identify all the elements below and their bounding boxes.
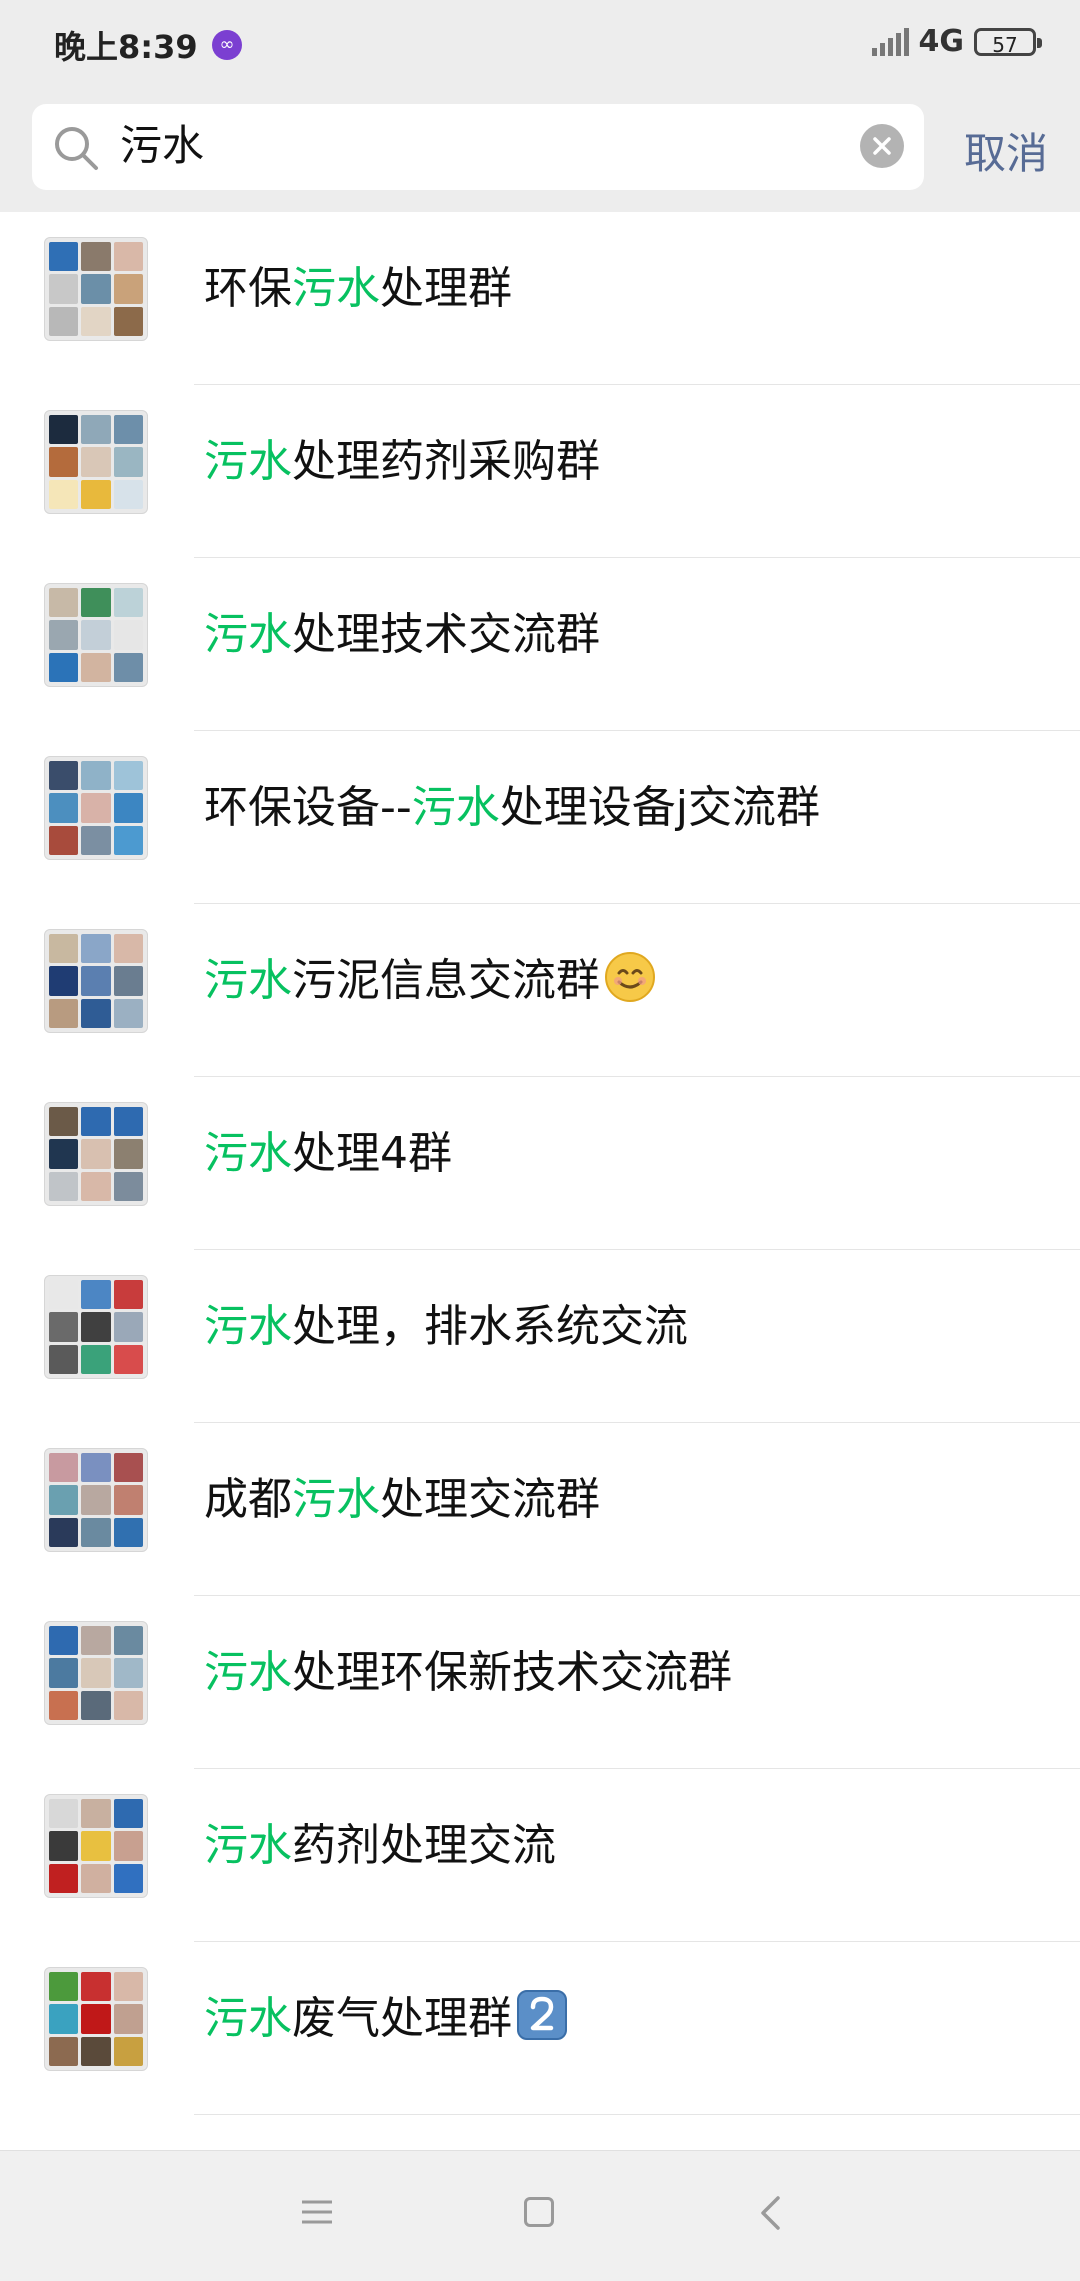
result-title: 环保污水处理群: [204, 259, 512, 319]
home-icon[interactable]: [524, 2197, 554, 2227]
title-suffix: 处理药剂采购群: [292, 436, 600, 487]
result-title: 环保设备--污水处理设备j交流群: [204, 778, 820, 838]
cancel-button[interactable]: 取消: [964, 120, 1048, 181]
result-title: 污水处理环保新技术交流群: [204, 1643, 732, 1703]
title-suffix: 废气处理群: [292, 1993, 512, 2044]
result-title: 污水处理技术交流群: [204, 605, 600, 665]
result-title: 污水处理药剂采购群: [204, 432, 600, 492]
title-suffix: 污泥信息交流群: [292, 955, 600, 1006]
result-row[interactable]: 成都污水处理交流群: [0, 1423, 1080, 1596]
infinity-icon: ∞: [212, 30, 242, 60]
title-suffix: 处理群: [380, 263, 512, 314]
navigation-bar: [0, 2150, 1080, 2281]
result-title: 污水药剂处理交流: [204, 1816, 556, 1876]
result-row[interactable]: 污水处理，排水系统交流: [0, 1250, 1080, 1423]
match-highlight: 污水: [204, 1993, 292, 2044]
menu-icon[interactable]: [300, 2198, 334, 2226]
group-avatar: [44, 1275, 148, 1379]
match-highlight: 污水: [292, 263, 380, 314]
group-avatar: [44, 1967, 148, 2071]
status-bar: 晚上8:39 ∞ 4G 57: [0, 0, 1080, 90]
keycap-2-emoji: [517, 1990, 567, 2040]
match-highlight: 污水: [204, 1301, 292, 1352]
group-avatar: [44, 237, 148, 341]
group-avatar: [44, 410, 148, 514]
group-avatar: [44, 1794, 148, 1898]
search-box[interactable]: 污水: [32, 104, 924, 190]
title-prefix: 成都: [204, 1474, 292, 1525]
group-avatar: [44, 1621, 148, 1725]
result-title: 污水处理4群: [204, 1124, 452, 1184]
group-avatar: [44, 583, 148, 687]
clear-icon[interactable]: [860, 124, 904, 168]
result-title: 污水废气处理群: [204, 1989, 568, 2049]
result-row[interactable]: 污水废气处理群: [0, 1942, 1080, 2115]
match-highlight: 污水: [204, 1128, 292, 1179]
result-row[interactable]: 污水处理技术交流群: [0, 558, 1080, 731]
result-row[interactable]: 污水处理药剂采购群: [0, 385, 1080, 558]
title-suffix: 处理技术交流群: [292, 609, 600, 660]
search-results-list: 环保污水处理群 污水处理药剂采购群 污水处理技术交流群 环保设备--污水处理设备j交流…: [0, 212, 1080, 2150]
network-type: 4G: [918, 24, 965, 59]
title-suffix: 处理，排水系统交流: [292, 1301, 688, 1352]
match-highlight: 污水: [204, 1820, 292, 1871]
title-prefix: 环保: [204, 263, 292, 314]
result-row[interactable]: 污水处理环保新技术交流群: [0, 1596, 1080, 1769]
title-suffix: 药剂处理交流: [292, 1820, 556, 1871]
title-prefix: 环保设备--: [204, 782, 412, 833]
group-avatar: [44, 929, 148, 1033]
result-row[interactable]: 污水污泥信息交流群: [0, 904, 1080, 1077]
result-row[interactable]: 污水药剂处理交流: [0, 1769, 1080, 1942]
match-highlight: 污水: [204, 1647, 292, 1698]
match-highlight: 污水: [204, 609, 292, 660]
title-suffix: 处理环保新技术交流群: [292, 1647, 732, 1698]
result-title: 污水污泥信息交流群: [204, 951, 656, 1011]
title-suffix: 处理设备j交流群: [499, 782, 820, 833]
match-highlight: 污水: [411, 782, 500, 833]
result-title: 成都污水处理交流群: [204, 1470, 600, 1530]
title-suffix: 处理交流群: [380, 1474, 600, 1525]
group-avatar: [44, 1448, 148, 1552]
result-row[interactable]: 环保设备--污水处理设备j交流群: [0, 731, 1080, 904]
search-header: 污水 取消: [0, 90, 1080, 212]
status-indicators: 4G 57: [871, 24, 1042, 59]
result-title: 污水处理，排水系统交流: [204, 1297, 688, 1357]
status-time: 晚上8:39: [54, 28, 198, 66]
match-highlight: 污水: [292, 1474, 380, 1525]
search-input[interactable]: 污水: [120, 116, 204, 176]
battery-icon: 57: [974, 27, 1042, 57]
match-highlight: 污水: [204, 955, 292, 1006]
title-suffix: 处理4群: [292, 1128, 452, 1179]
row-divider: [194, 2114, 1080, 2115]
group-avatar: [44, 756, 148, 860]
group-avatar: [44, 1102, 148, 1206]
result-row[interactable]: 污水处理4群: [0, 1077, 1080, 1250]
match-highlight: 污水: [204, 436, 292, 487]
result-row[interactable]: 环保污水处理群: [0, 212, 1080, 385]
smiling-face-emoji: [605, 952, 655, 1002]
signal-icon: [871, 27, 909, 56]
back-icon[interactable]: [758, 2195, 782, 2231]
search-icon: [55, 127, 98, 170]
